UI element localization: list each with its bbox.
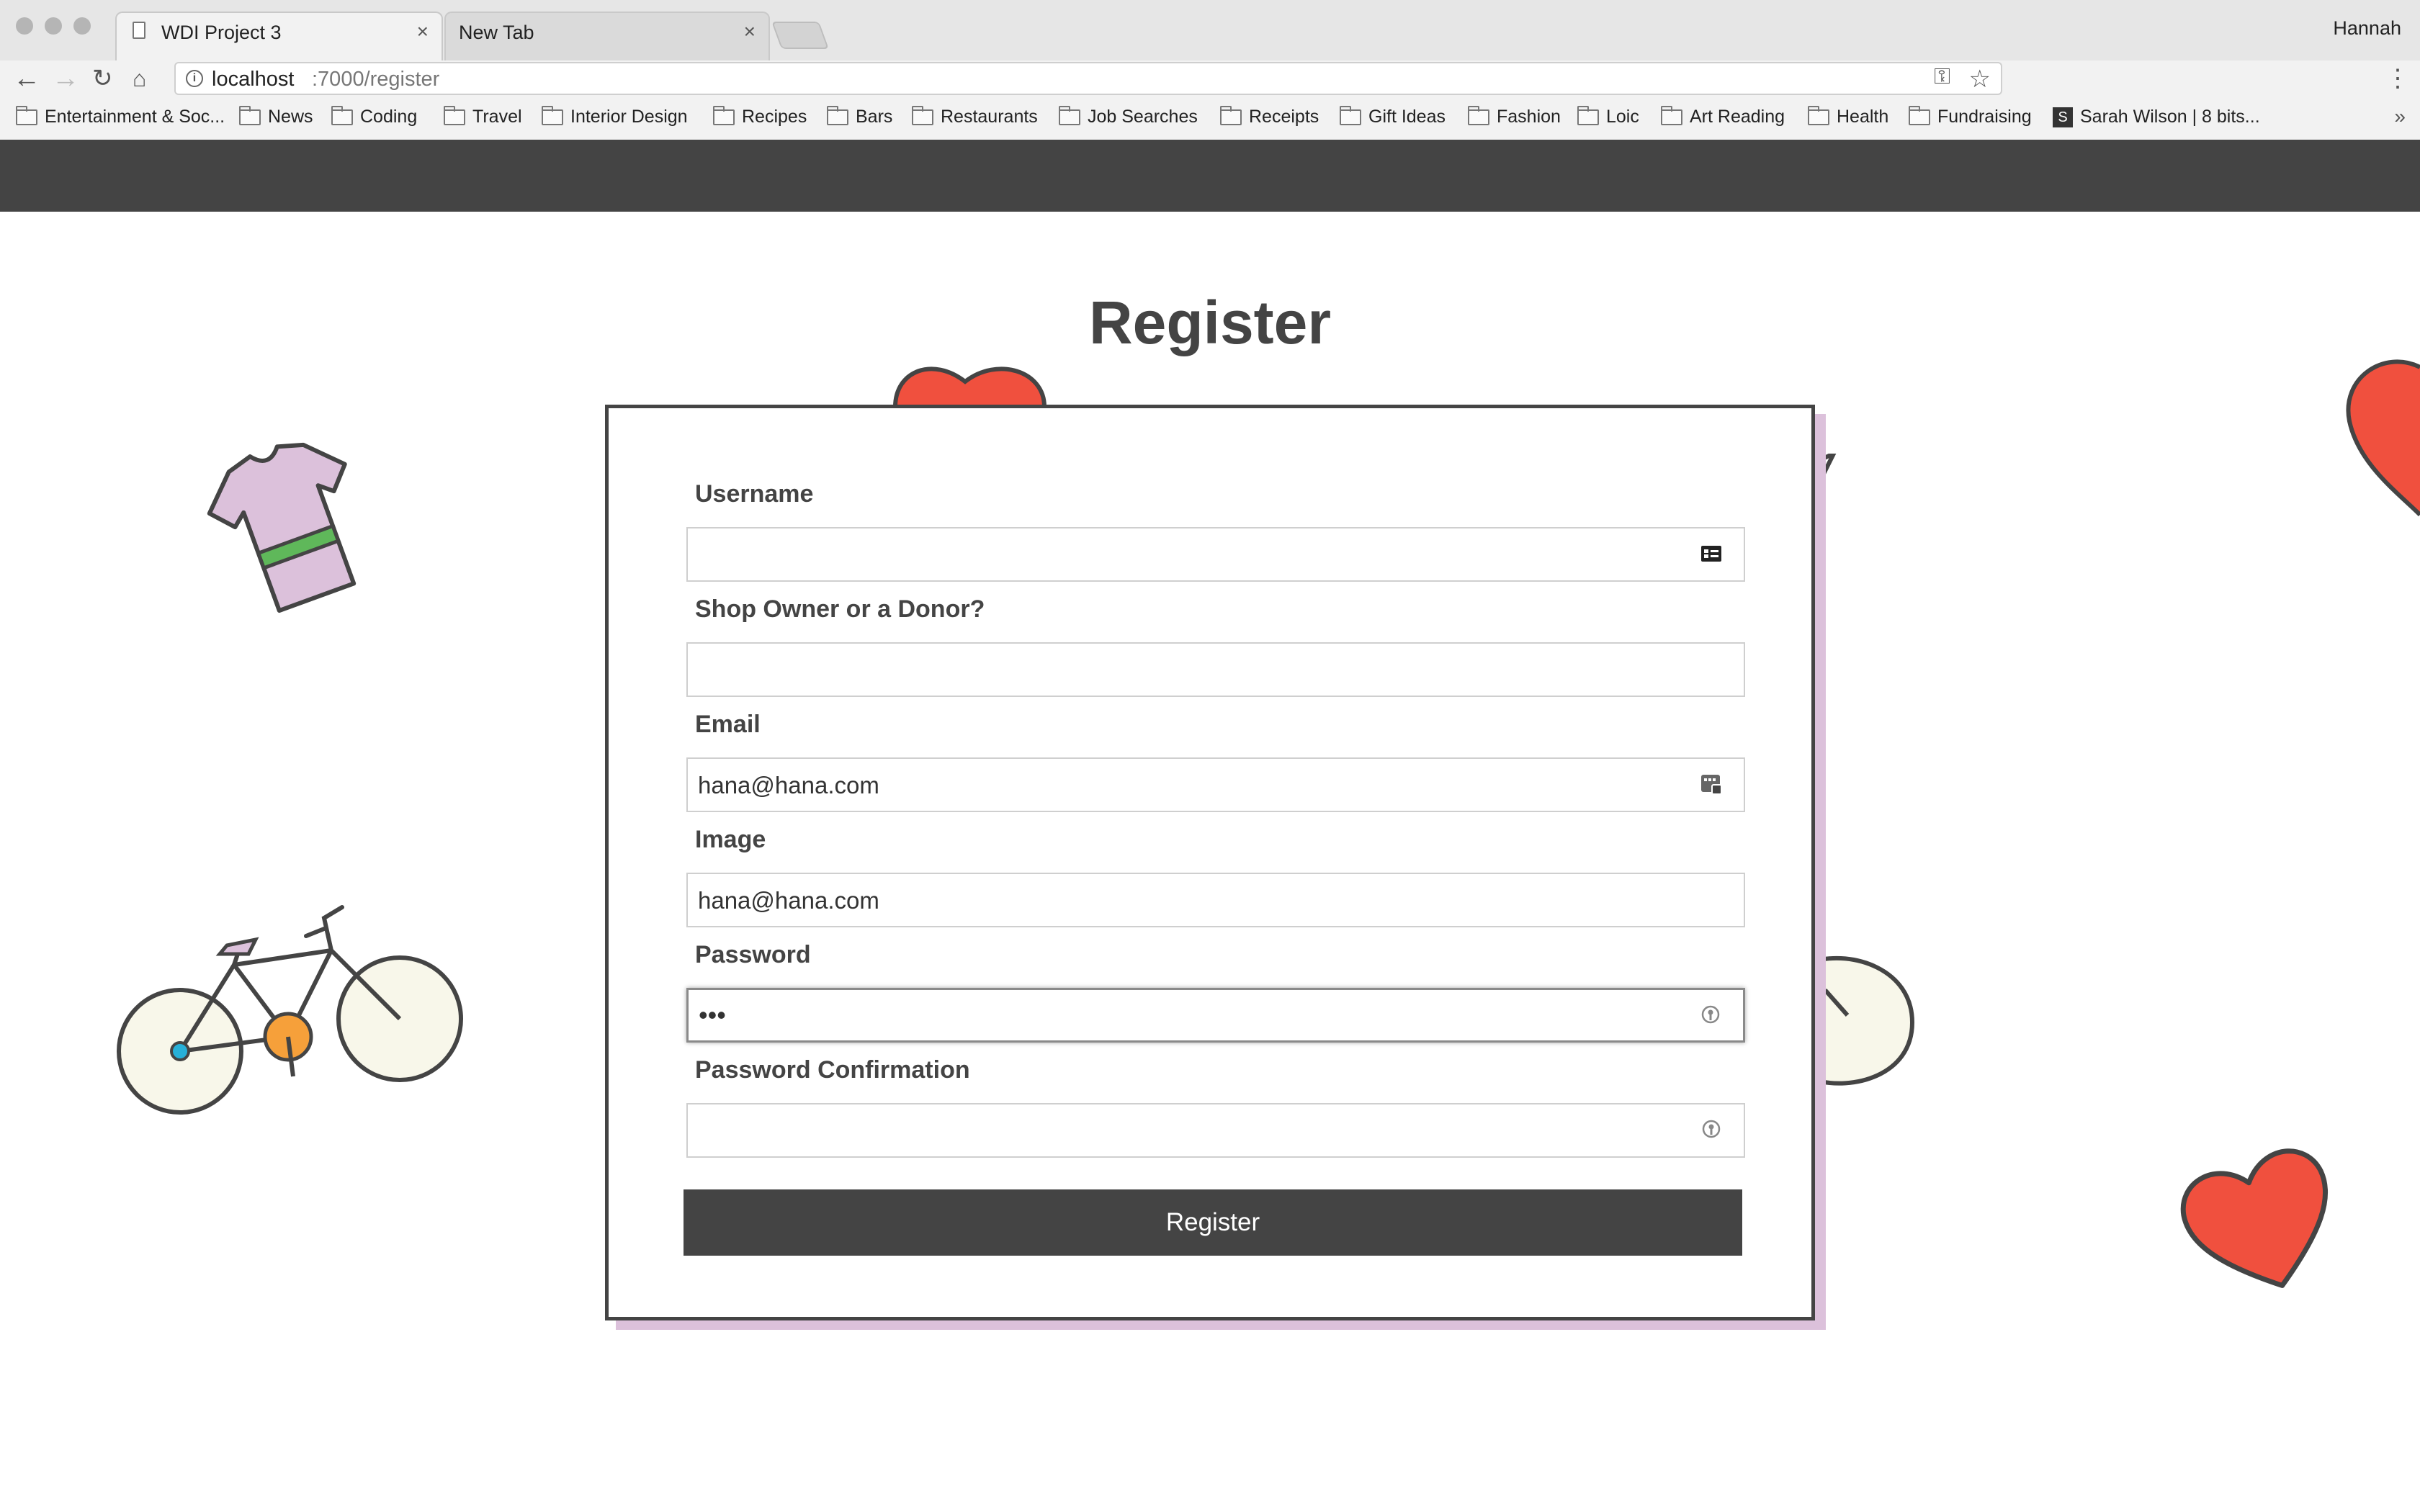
bookmark-item[interactable]: Receipts <box>1220 105 1319 127</box>
role-input[interactable] <box>686 642 1745 697</box>
email-label: Email <box>695 711 761 738</box>
bookmark-item[interactable]: Recipes <box>713 105 807 127</box>
bookmark-item[interactable]: Entertainment & Soc... <box>16 105 225 127</box>
folder-icon <box>1661 105 1682 125</box>
folder-icon <box>1059 105 1080 125</box>
address-bar[interactable]: i localhost :7000/register ⚿ ☆ <box>174 62 2002 95</box>
key-icon[interactable]: ⚿ <box>1934 65 1950 89</box>
username-label: Username <box>695 480 814 508</box>
close-icon[interactable]: × <box>744 20 756 43</box>
folder-icon <box>16 105 37 125</box>
folder-icon <box>1909 105 1930 125</box>
bookmark-item[interactable]: Interior Design <box>542 105 688 127</box>
image-input[interactable]: hana@hana.com <box>686 873 1745 927</box>
password-label: Password <box>695 941 811 968</box>
bookmark-star-icon[interactable]: ☆ <box>1969 65 1991 94</box>
folder-icon <box>444 105 465 125</box>
autofill-card-icon[interactable] <box>1700 773 1722 795</box>
bicycle-illustration <box>117 905 463 1115</box>
username-input[interactable] <box>686 527 1745 582</box>
folder-icon <box>827 105 848 125</box>
bookmarks-bar: Entertainment & Soc... News Coding Trave… <box>0 98 2420 141</box>
back-arrow-icon[interactable]: ← <box>13 62 40 95</box>
tab-new-tab[interactable]: New Tab × <box>444 12 770 60</box>
bookmark-item[interactable]: Fashion <box>1468 105 1561 127</box>
password-value: ••• <box>699 1000 726 1030</box>
folder-icon <box>331 105 353 125</box>
home-icon[interactable]: ⌂ <box>133 62 146 95</box>
tshirt-illustration <box>207 442 357 613</box>
site-navbar <box>0 140 2420 212</box>
minimize-window-button[interactable] <box>45 17 62 35</box>
page-icon <box>133 22 145 39</box>
folder-icon <box>1340 105 1361 125</box>
url-host: localhost <box>212 68 295 91</box>
new-tab-button[interactable] <box>771 22 829 49</box>
image-value: hana@hana.com <box>698 887 879 914</box>
bookmark-item[interactable]: Bars <box>827 105 892 127</box>
url-path: :7000/register <box>312 68 440 91</box>
folder-icon <box>912 105 933 125</box>
password-input[interactable]: ••• <box>686 988 1745 1043</box>
close-icon[interactable]: × <box>417 20 429 43</box>
heart-illustration <box>2346 359 2420 517</box>
bookmark-item[interactable]: News <box>239 105 313 127</box>
zoom-window-button[interactable] <box>73 17 91 35</box>
email-input[interactable]: hana@hana.com <box>686 757 1745 812</box>
bookmark-item[interactable]: Loic <box>1577 105 1639 127</box>
tab-title: New Tab <box>459 22 534 43</box>
folder-icon <box>713 105 735 125</box>
register-form: Username Shop Owner or a Donor? Email ha… <box>605 405 1815 1320</box>
browser-toolbar: ← → ↻ ⌂ i localhost :7000/register ⚿ ☆ ⋮ <box>0 60 2420 150</box>
role-label: Shop Owner or a Donor? <box>695 595 985 623</box>
heart-illustration <box>892 366 1047 407</box>
info-icon[interactable]: i <box>186 70 203 87</box>
bookmark-item[interactable]: Art Reading <box>1661 105 1785 127</box>
password-confirmation-input[interactable] <box>686 1103 1745 1158</box>
password-key-icon[interactable] <box>1700 1004 1721 1026</box>
page-title: Register <box>1088 289 1332 356</box>
image-label: Image <box>695 826 766 853</box>
bookmark-item[interactable]: Restaurants <box>912 105 1038 127</box>
contact-card-icon[interactable] <box>1700 543 1722 564</box>
bookmark-item[interactable]: S Sarah Wilson | 8 bits... <box>2053 107 2260 127</box>
folder-icon <box>1808 105 1829 125</box>
heart-illustration <box>2180 1148 2329 1288</box>
folder-icon <box>1220 105 1242 125</box>
password-key-icon[interactable] <box>1700 1119 1722 1140</box>
bookmarks-overflow-chevron-icon[interactable]: » <box>2394 105 2406 128</box>
email-value: hana@hana.com <box>698 772 879 798</box>
bookmark-item[interactable]: Travel <box>444 105 522 127</box>
password-confirmation-label: Password Confirmation <box>695 1056 970 1084</box>
folder-icon <box>542 105 563 125</box>
close-window-button[interactable] <box>16 17 33 35</box>
tab-title: WDI Project 3 <box>161 22 282 43</box>
profile-name[interactable]: Hannah <box>2333 17 2401 40</box>
browser-tab-strip: WDI Project 3 × New Tab × Hannah <box>0 0 2420 60</box>
bookmark-item[interactable]: Health <box>1808 105 1888 127</box>
tab-wdi-project-3[interactable]: WDI Project 3 × <box>115 12 443 60</box>
menu-kebab-icon[interactable]: ⋮ <box>2385 62 2410 95</box>
register-submit-button[interactable]: Register <box>684 1189 1742 1256</box>
bookmark-item[interactable]: Job Searches <box>1059 105 1198 127</box>
bookmark-item[interactable]: Coding <box>331 105 417 127</box>
site-favicon-icon: S <box>2053 107 2073 127</box>
forward-arrow-icon[interactable]: → <box>52 62 79 95</box>
bookmark-item[interactable]: Gift Ideas <box>1340 105 1446 127</box>
bookmark-item[interactable]: Fundraising <box>1909 105 2032 127</box>
reload-icon[interactable]: ↻ <box>92 62 113 95</box>
folder-icon <box>1468 105 1489 125</box>
folder-icon <box>239 105 261 125</box>
bicycle-wheel-illustration <box>1815 955 1915 1086</box>
folder-icon <box>1577 105 1599 125</box>
